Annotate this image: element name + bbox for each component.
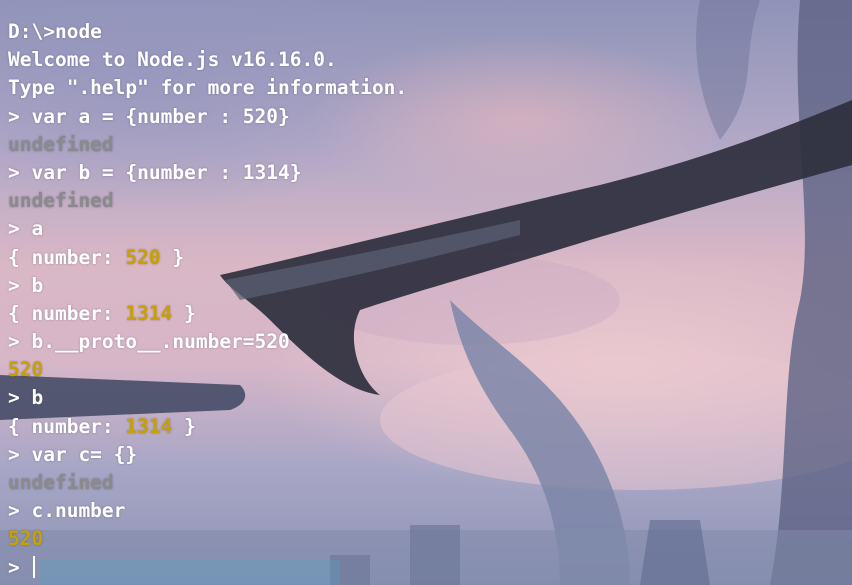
text-cursor [33,555,36,578]
terminal-output-undefined: undefined [8,131,852,159]
terminal-input-line: > b [8,272,852,300]
terminal-input-line: > b [8,384,852,412]
terminal-output-object: { number: 520 } [8,244,852,272]
terminal-input-line: > var b = {number : 1314} [8,159,852,187]
line-text: > b.__proto__.number=520 [8,330,290,354]
output-text: undefined [8,189,114,213]
terminal-input-line: > var c= {} [8,441,852,469]
line-text: > a [8,217,44,241]
object-prefix: { number: [8,245,126,269]
object-suffix: } [172,414,196,438]
object-suffix: } [172,301,196,325]
output-text: undefined [8,132,114,156]
number-value: 1314 [125,414,173,438]
terminal-output-object: { number: 1314 } [8,300,852,328]
line-text: > var a = {number : 520} [8,104,290,128]
terminal-output-number: 520 [8,356,852,384]
terminal-input-line: > var a = {number : 520} [8,103,852,131]
terminal-text-line: Type ".help" for more information. [8,74,852,102]
terminal-input-line: > c.number [8,497,852,525]
number-value: 520 [8,358,44,382]
terminal-input-line: > a [8,215,852,243]
line-text: > b [8,386,44,410]
line-text: > var c= {} [8,442,138,466]
terminal-output-undefined: undefined [8,187,852,215]
number-value: 520 [125,245,161,269]
object-prefix: { number: [8,414,126,438]
line-text: D:\>node [8,20,102,43]
number-value: 520 [8,527,44,551]
terminal-prompt-line[interactable]: > [8,554,852,582]
terminal-input-line: > b.__proto__.number=520 [8,328,852,356]
number-value: 1314 [125,301,173,325]
line-text: > c.number [8,499,126,523]
terminal-output-undefined: undefined [8,469,852,497]
terminal-text-line: D:\>node [8,18,852,46]
line-text: Type ".help" for more information. [8,76,408,100]
terminal-text-line: Welcome to Node.js v16.16.0. [8,46,852,74]
terminal-output-number: 520 [8,525,852,553]
line-text: > b [8,273,44,297]
terminal-output-object: { number: 1314 } [8,413,852,441]
object-suffix: } [160,245,185,269]
object-prefix: { number: [8,301,126,325]
node-repl-terminal[interactable]: D:\>node Welcome to Node.js v16.16.0. Type… [8,18,852,582]
prompt-symbol: > [8,555,32,579]
output-text: undefined [8,471,114,494]
line-text: > var b = {number : 1314} [8,160,302,184]
line-text: Welcome to Node.js v16.16.0. [8,48,337,72]
